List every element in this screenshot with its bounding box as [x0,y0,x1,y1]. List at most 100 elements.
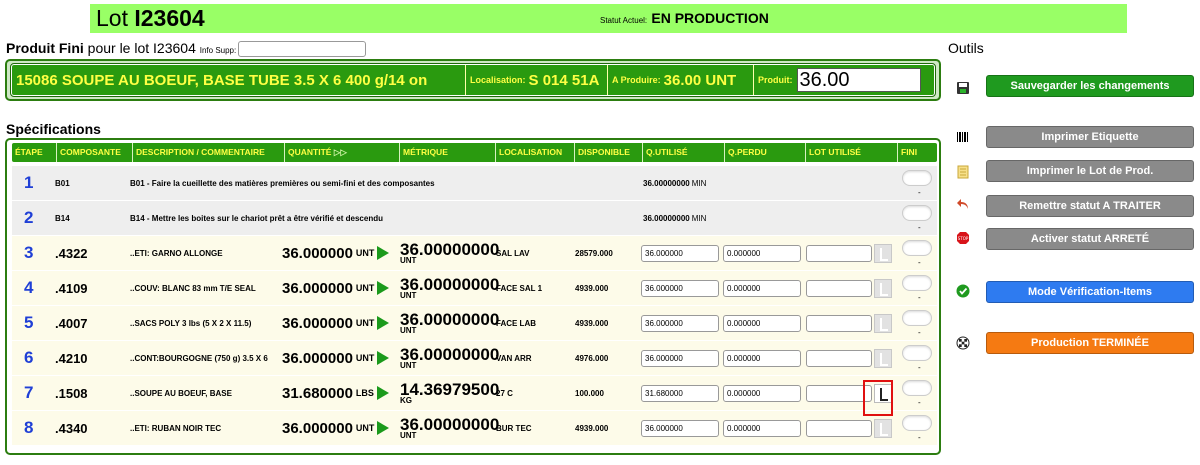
a-produire-label: A Produire: [612,75,661,85]
q-utilise-input[interactable] [641,315,719,332]
lot-picker-icon[interactable] [874,314,892,333]
play-arrow-icon[interactable] [377,281,390,295]
verification-mode-button[interactable]: Mode Vérification-Items [986,281,1194,303]
q-perdu-input[interactable] [723,280,801,297]
play-arrow-icon[interactable] [377,316,390,330]
row-step: 8 [24,418,34,437]
specs-title: Spécifications [6,121,101,137]
status-label: Statut Actuel: [600,16,648,25]
fini-toggle[interactable] [902,380,932,396]
info-supp-label: Info Supp: [199,46,237,55]
save-changes-button[interactable]: Sauvegarder les changements [986,75,1194,97]
check-circle-icon [956,284,970,298]
col-quantite-label: QUANTITÉ [288,147,332,157]
product-localisation: Localisation: S 014 51A [466,65,608,95]
print-label-button[interactable]: Imprimer Etiquette [986,126,1194,148]
q-utilise-input[interactable] [641,420,719,437]
q-perdu-input[interactable] [723,315,801,332]
print-prod-lot-button[interactable]: Imprimer le Lot de Prod. [986,160,1194,182]
production-done-button[interactable]: Production TERMINÉE [986,332,1194,354]
row-disponible: 4939.000 [575,423,609,433]
q-utilise-input[interactable] [641,385,719,402]
col-quantite[interactable]: QUANTITÉ ▷▷ [285,143,400,162]
row-quantity-unit: MIN [691,213,707,223]
met-value: 36.00000000 [400,239,500,259]
col-localisation: LOCALISATION [496,143,575,162]
product-produit: Produit: [754,65,934,95]
document-icon [957,165,969,179]
row-metrique: 36.00000000 UNT [400,236,499,270]
reset-status-button[interactable]: Remettre statut A TRAITER [986,195,1194,217]
col-composante: COMPOSANTE [57,143,133,162]
row-metrique: 36.00000000 UNT [400,306,499,340]
row-quantity-info: 36.00000000 MIN [643,201,706,235]
lot-utilise-input[interactable] [806,245,872,262]
row-description: B14 - Mettre les boites sur le chariot p… [130,213,383,223]
play-arrow-icon[interactable] [376,386,389,400]
lot-picker-icon[interactable] [874,349,892,368]
undo-arrow-icon [957,199,968,209]
met-value: 36.00000000 [400,274,500,294]
play-arrow-icon[interactable] [377,421,390,435]
row-disponible: 100.000 [575,388,604,398]
double-chevron-icon: ▷▷ [333,147,347,157]
col-q-perdu: Q.PERDU [725,143,806,162]
lot-utilise-input[interactable] [806,315,872,332]
lot-utilise-input[interactable] [806,350,872,367]
specs-table: ÉTAPE COMPOSANTE DESCRIPTION / COMMENTAI… [5,138,941,455]
fini-toggle[interactable] [902,345,932,361]
row-description: ..ETI: GARNO ALLONGE [130,248,223,258]
row-localisation: SAL LAV [496,248,530,258]
row-composante: .4109 [55,280,88,296]
play-arrow-icon[interactable] [377,246,390,260]
produit-fini-line: Produit Fini pour le lot I23604 Info Sup… [6,40,367,59]
produit-quantity-input[interactable] [796,68,921,92]
row-step: 7 [24,383,34,402]
info-supp-input[interactable] [238,41,367,58]
row-composante: .4210 [55,350,88,366]
a-produire-value: 36.00 UNT [663,71,737,89]
qty-unit: UNT [355,283,375,293]
fini-toggle[interactable] [902,170,932,186]
qty-value: 36.000000 [282,349,353,367]
produit-fini-lot: pour le lot I23604 [87,40,196,56]
q-utilise-input[interactable] [641,245,719,262]
fini-dash: - [918,398,921,407]
fini-toggle[interactable] [902,205,932,221]
row-description: ..SOUPE AU BOEUF, BASE [130,388,232,398]
table-row: 7 .1508 ..SOUPE AU BOEUF, BASE 31.680000… [12,376,937,410]
row-composante: .4322 [55,245,88,261]
q-perdu-input[interactable] [723,385,801,402]
col-etape: ÉTAPE [12,143,57,162]
row-metrique: 36.00000000 UNT [400,411,499,445]
fini-toggle[interactable] [902,240,932,256]
q-perdu-input[interactable] [723,420,801,437]
row-metrique: 14.36979500 KG [400,376,499,410]
lot-picker-icon[interactable] [874,279,892,298]
q-utilise-input[interactable] [641,280,719,297]
lot-utilise-input[interactable] [806,420,872,437]
stop-status-button[interactable]: Activer statut ARRETÉ [986,228,1194,250]
lot-utilise-input[interactable] [806,280,872,297]
qty-value: 36.000000 [282,244,353,262]
fini-toggle[interactable] [902,310,932,326]
q-perdu-input[interactable] [723,245,801,262]
row-localisation: FACE LAB [496,318,536,328]
row-description: ..COUV: BLANC 83 mm T/E SEAL [130,283,256,293]
lot-picker-icon[interactable] [874,419,892,438]
row-quantity-info: 36.00000000 MIN [643,166,706,200]
fini-toggle[interactable] [902,415,932,431]
row-metrique: 36.00000000 UNT [400,341,499,375]
lot-picker-icon[interactable] [874,244,892,263]
row-quantity-unit: MIN [691,178,707,188]
qty-value: 31.680000 [282,384,353,402]
q-perdu-input[interactable] [723,350,801,367]
lot-header-bar: Lot I23604 Statut Actuel: EN PRODUCTION [90,4,1127,33]
product-box: 15086 SOUPE AU BOEUF, BASE TUBE 3.5 X 6 … [5,59,941,101]
play-arrow-icon[interactable] [377,351,390,365]
q-utilise-input[interactable] [641,350,719,367]
fini-toggle[interactable] [902,275,932,291]
row-composante: .1508 [55,385,88,401]
row-quantite: 31.680000 LBS [282,376,389,410]
status-value: EN PRODUCTION [651,10,769,26]
